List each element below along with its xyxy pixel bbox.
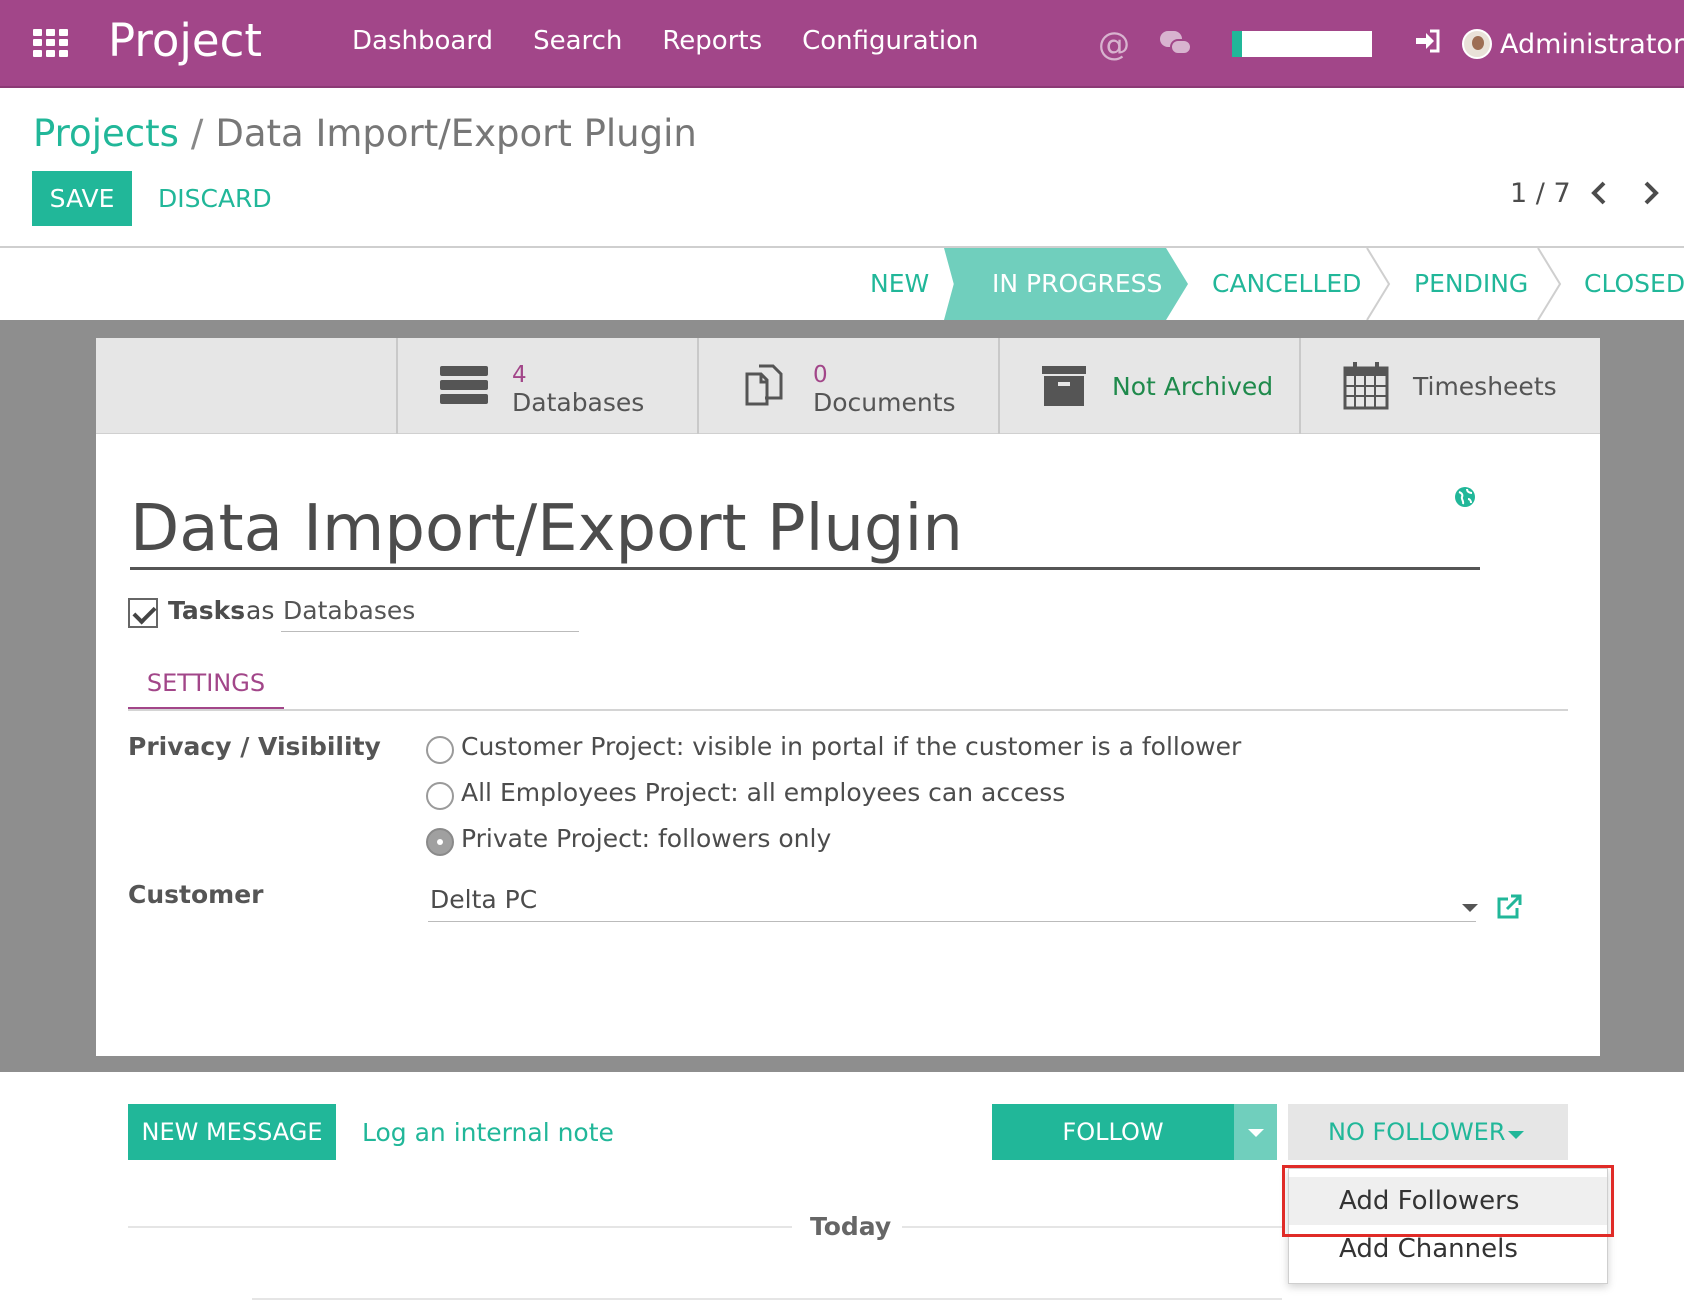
app-name: Project	[108, 14, 262, 67]
timesheets-smart-button[interactable]: Timesheets	[1299, 338, 1600, 434]
databases-count: 4	[512, 362, 527, 388]
privacy-radio-customer[interactable]	[426, 736, 454, 764]
stage-statusbar: NEW IN PROGRESS CANCELLED PENDING CLOSED	[0, 248, 1684, 320]
menu-item-dashboard[interactable]: Dashboard	[352, 26, 493, 56]
breadcrumb-projects-link[interactable]: Projects	[33, 112, 179, 155]
stage-cancelled[interactable]: CANCELLED	[1212, 248, 1361, 320]
documents-smart-button[interactable]: 0 Documents	[697, 338, 998, 434]
privacy-option-employees-label[interactable]: All Employees Project: all employees can…	[461, 778, 1065, 807]
customer-label: Customer	[128, 880, 264, 909]
stage-new[interactable]: NEW	[870, 248, 929, 320]
tab-settings[interactable]: SETTINGS	[128, 656, 284, 710]
user-name[interactable]: Administrator	[1500, 29, 1684, 60]
stage-pending[interactable]: PENDING	[1414, 248, 1528, 320]
tab-divider	[128, 709, 1568, 711]
pager-next-icon[interactable]	[1642, 176, 1660, 214]
follow-dropdown-toggle[interactable]	[1234, 1104, 1277, 1160]
mention-icon[interactable]: @	[1094, 25, 1134, 63]
top-navbar: Project Dashboard Search Reports Configu…	[0, 0, 1684, 88]
archive-smart-button[interactable]: Not Archived	[998, 338, 1299, 434]
sign-in-icon[interactable]	[1412, 29, 1442, 60]
privacy-option-private-label[interactable]: Private Project: followers only	[461, 824, 831, 853]
today-date-label: Today	[810, 1212, 892, 1241]
menu-item-configuration[interactable]: Configuration	[802, 26, 978, 56]
navbar-systray: @ Administrator	[1094, 22, 1684, 66]
privacy-visibility-label: Privacy / Visibility	[128, 732, 381, 761]
archive-icon	[1042, 366, 1086, 406]
save-button[interactable]: SAVE	[32, 171, 132, 226]
external-link-icon[interactable]	[1496, 894, 1522, 920]
documents-icon	[745, 364, 783, 406]
tasks-checkbox[interactable]	[128, 598, 158, 628]
breadcrumb-separator: /	[190, 112, 204, 155]
privacy-radio-employees[interactable]	[426, 782, 454, 810]
stage-separator	[1366, 248, 1391, 320]
main-menu: Dashboard Search Reports Configuration	[352, 26, 1018, 56]
log-internal-note-link[interactable]: Log an internal note	[362, 1118, 614, 1147]
documents-count: 0	[813, 362, 828, 388]
chat-icon[interactable]	[1156, 29, 1196, 59]
new-message-button[interactable]: NEW MESSAGE	[128, 1104, 336, 1160]
no-follower-label: NO FOLLOWER	[1328, 1118, 1506, 1146]
stage-closed[interactable]: CLOSED	[1584, 248, 1684, 320]
pager-value[interactable]: 1 / 7	[1510, 178, 1571, 209]
documents-label: Documents	[813, 388, 956, 417]
progress-bar	[1232, 31, 1372, 57]
apps-menu-icon[interactable]	[33, 29, 69, 57]
privacy-option-customer-label[interactable]: Customer Project: visible in portal if t…	[461, 732, 1241, 761]
no-follower-button[interactable]: NO FOLLOWER	[1288, 1104, 1568, 1160]
stage-in-progress[interactable]: IN PROGRESS	[992, 248, 1162, 320]
archive-status-label: Not Archived	[1112, 372, 1274, 401]
date-divider-right	[902, 1226, 1282, 1228]
breadcrumb-current: Data Import/Export Plugin	[215, 112, 697, 155]
tasks-label: Tasks	[168, 596, 246, 625]
highlight-annotation-box	[1282, 1165, 1614, 1237]
databases-label: Databases	[512, 388, 645, 417]
privacy-radio-private[interactable]	[426, 828, 454, 856]
follow-button[interactable]: FOLLOW	[992, 1104, 1234, 1160]
date-divider-left	[128, 1226, 792, 1228]
menu-item-reports[interactable]: Reports	[662, 26, 762, 56]
menu-item-search[interactable]: Search	[533, 26, 622, 56]
chevron-down-icon	[1508, 1131, 1524, 1139]
form-sheet: 4 Databases 0 Documents Not Archived Tim…	[96, 338, 1600, 1056]
label-tasks-input[interactable]: Databases	[281, 592, 579, 632]
calendar-icon	[1343, 362, 1389, 410]
smart-button-box: 4 Databases 0 Documents Not Archived Tim…	[96, 338, 1600, 434]
as-label: as	[246, 596, 275, 625]
customer-field[interactable]: Delta PC	[428, 878, 1476, 922]
project-name-input[interactable]: Data Import/Export Plugin	[130, 488, 1480, 570]
timesheets-label: Timesheets	[1413, 372, 1557, 401]
database-icon	[440, 366, 488, 406]
customer-dropdown-caret-icon[interactable]	[1462, 904, 1478, 912]
databases-smart-button[interactable]: 4 Databases	[396, 338, 697, 434]
stage-separator	[1537, 248, 1562, 320]
message-divider	[252, 1298, 1282, 1300]
pager-previous-icon[interactable]	[1590, 176, 1608, 214]
user-avatar[interactable]	[1462, 29, 1492, 59]
breadcrumb: Projects / Data Import/Export Plugin	[33, 112, 697, 155]
discard-button[interactable]: DISCARD	[158, 184, 272, 213]
